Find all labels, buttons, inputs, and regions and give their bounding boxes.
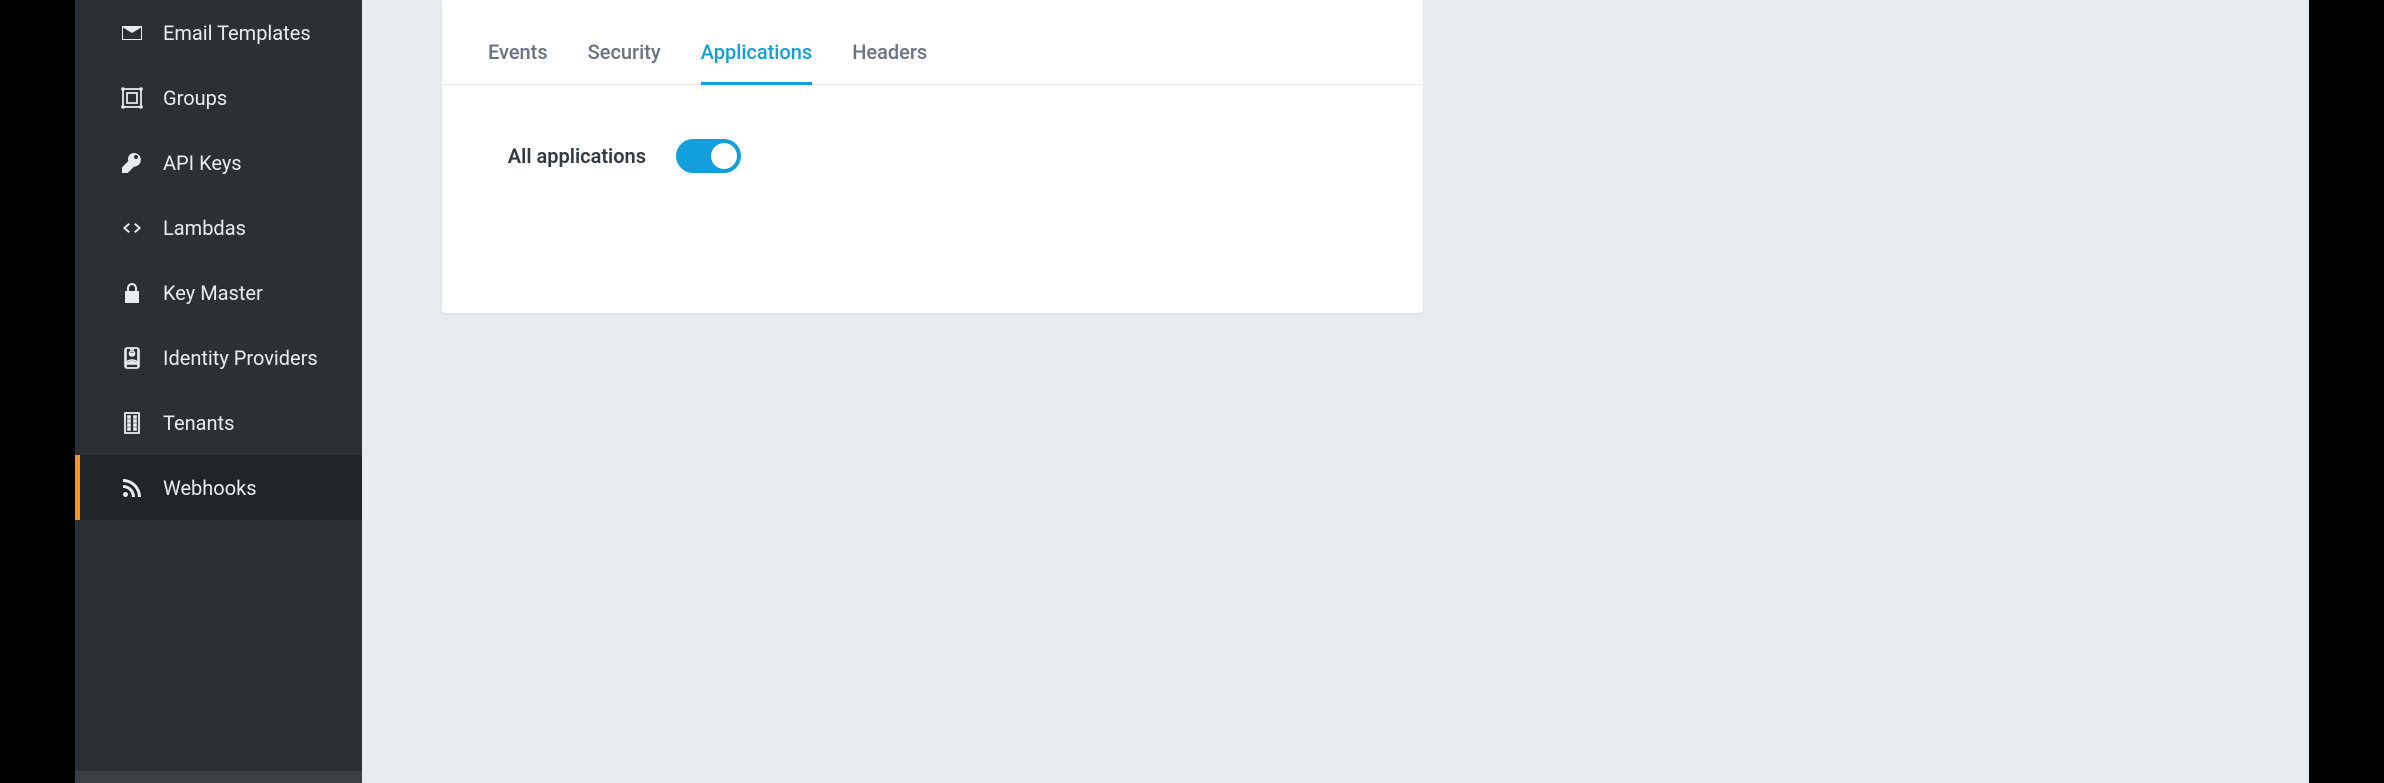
sidebar-item-api-keys[interactable]: API Keys bbox=[75, 130, 362, 195]
sidebar-item-label: Identity Providers bbox=[163, 346, 318, 370]
rss-icon bbox=[119, 475, 145, 501]
sidebar-item-key-master[interactable]: Key Master bbox=[75, 260, 362, 325]
tab-applications[interactable]: Applications bbox=[701, 40, 813, 85]
tab-bar: Events Security Applications Headers bbox=[442, 0, 1423, 85]
sidebar-item-webhooks[interactable]: Webhooks bbox=[75, 455, 362, 520]
code-icon bbox=[119, 215, 145, 241]
sidebar-item-identity-providers[interactable]: Identity Providers bbox=[75, 325, 362, 390]
tab-headers[interactable]: Headers bbox=[852, 40, 927, 85]
webhook-card: Events Security Applications Headers All… bbox=[442, 0, 1423, 313]
tab-events[interactable]: Events bbox=[488, 40, 548, 85]
lock-icon bbox=[119, 280, 145, 306]
building-icon bbox=[119, 410, 145, 436]
tab-security[interactable]: Security bbox=[588, 40, 661, 85]
applications-panel: All applications bbox=[442, 85, 1423, 227]
sidebar-item-label: API Keys bbox=[163, 151, 242, 175]
sidebar-divider bbox=[75, 771, 362, 783]
sidebar-item-email-templates[interactable]: Email Templates bbox=[75, 0, 362, 65]
sidebar-item-label: Email Templates bbox=[163, 21, 311, 45]
envelope-icon bbox=[119, 20, 145, 46]
sidebar-item-label: Webhooks bbox=[163, 476, 257, 500]
group-icon bbox=[119, 85, 145, 111]
sidebar-item-label: Tenants bbox=[163, 411, 234, 435]
id-badge-icon bbox=[119, 345, 145, 371]
main-content: Events Security Applications Headers All… bbox=[362, 0, 2309, 783]
sidebar-item-tenants[interactable]: Tenants bbox=[75, 390, 362, 455]
sidebar-item-groups[interactable]: Groups bbox=[75, 65, 362, 130]
all-applications-toggle[interactable] bbox=[676, 139, 741, 173]
sidebar-item-label: Key Master bbox=[163, 281, 263, 305]
key-icon bbox=[119, 150, 145, 176]
sidebar-item-label: Lambdas bbox=[163, 216, 246, 240]
sidebar-item-lambdas[interactable]: Lambdas bbox=[75, 195, 362, 260]
sidebar-item-label: Groups bbox=[163, 86, 227, 110]
all-applications-row: All applications bbox=[494, 139, 1371, 173]
sidebar: Email Templates Groups API Keys Lambdas … bbox=[75, 0, 362, 783]
all-applications-label: All applications bbox=[494, 144, 646, 168]
toggle-knob bbox=[711, 143, 737, 169]
